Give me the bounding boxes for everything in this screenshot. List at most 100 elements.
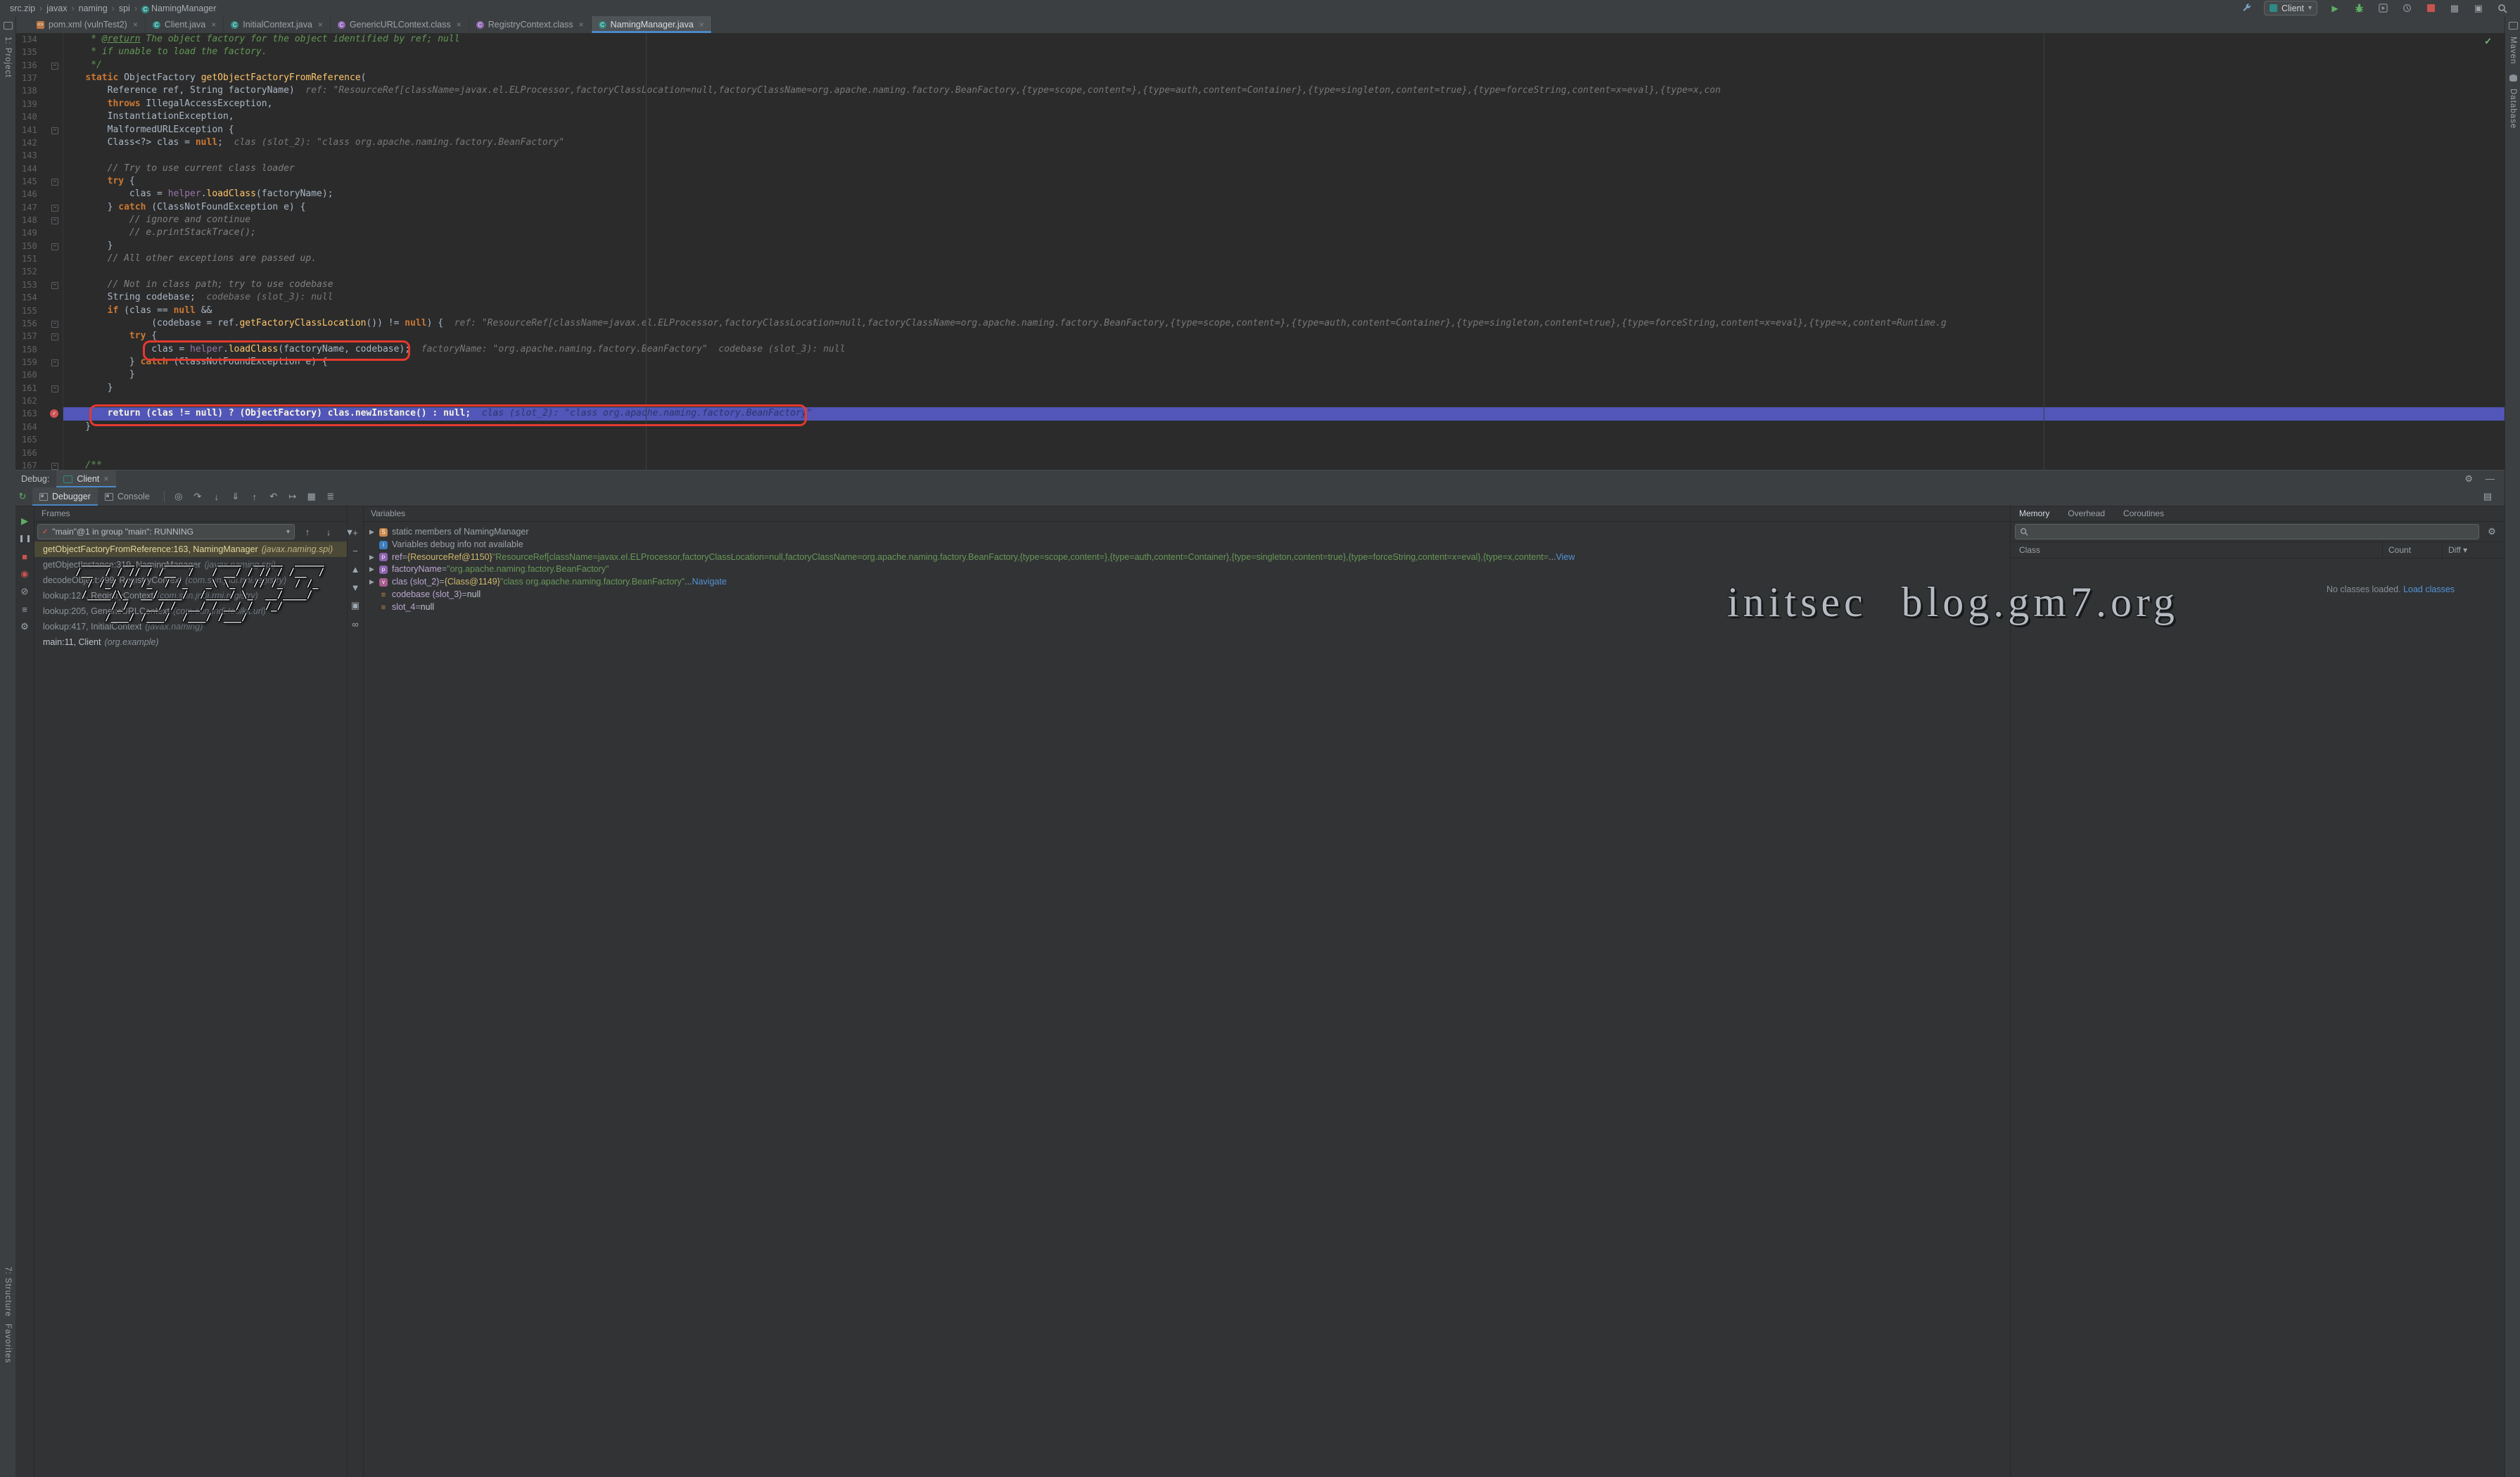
line-number[interactable]: 145	[15, 175, 47, 188]
step-over-icon[interactable]: ↷	[191, 490, 205, 504]
filter-icon[interactable]: ▼	[343, 525, 357, 539]
code-line[interactable]: 155 if (clas == null &&	[15, 305, 2505, 317]
project-icon[interactable]	[4, 22, 13, 30]
gutter-cell[interactable]: −	[47, 59, 63, 72]
tab-debugger[interactable]: Debugger	[32, 487, 98, 506]
line-number[interactable]: 160	[15, 369, 47, 381]
line-number[interactable]: 152	[15, 265, 47, 278]
code-line[interactable]: 141− MalformedURLException {	[15, 124, 2505, 136]
variable-row[interactable]: ▶pref = {ResourceRef@1150} "ResourceRef[…	[364, 551, 2010, 564]
gutter-cell[interactable]	[47, 291, 63, 304]
run-to-cursor-icon[interactable]: ↦	[286, 490, 300, 504]
line-number[interactable]: 150	[15, 240, 47, 252]
fold-icon[interactable]: −	[51, 243, 58, 250]
close-icon[interactable]: ×	[103, 474, 108, 484]
gutter-cell[interactable]	[47, 46, 63, 58]
code-line[interactable]: 156− (codebase = ref.getFactoryClassLoca…	[15, 317, 2505, 330]
rerun-icon[interactable]: ↻	[15, 490, 30, 504]
settings-icon[interactable]: ⚙	[18, 620, 32, 634]
line-number[interactable]: 147	[15, 201, 47, 214]
line-number[interactable]: 138	[15, 84, 47, 97]
down-stack-icon[interactable]: ↓	[322, 525, 336, 539]
close-icon[interactable]: ×	[699, 20, 704, 30]
code-line[interactable]: 148− // ignore and continue	[15, 214, 2505, 226]
sidebar-item-structure[interactable]: 7: Structure	[4, 1267, 12, 1317]
gutter-cell[interactable]	[47, 110, 63, 123]
sidebar-item-maven[interactable]: Maven	[2509, 37, 2517, 65]
code-line[interactable]: 140 InstantiationException,	[15, 110, 2505, 123]
line-number[interactable]: 158	[15, 343, 47, 356]
gutter-cell[interactable]	[47, 433, 63, 446]
close-icon[interactable]: ×	[211, 20, 216, 30]
editor-tab[interactable]: CClient.java×	[146, 16, 224, 33]
value-link[interactable]: Navigate	[692, 576, 727, 589]
breakpoint-icon[interactable]: ✓	[50, 409, 58, 418]
gutter-cell[interactable]	[47, 252, 63, 265]
gutter-cell[interactable]	[47, 84, 63, 97]
collapse-all-icon[interactable]: −	[348, 544, 362, 558]
breadcrumb[interactable]: src.zip›javax›naming›spi›CNamingManager	[0, 4, 216, 13]
code-line[interactable]: 137 static ObjectFactory getObjectFactor…	[15, 72, 2505, 84]
up-stack-icon[interactable]: ↑	[300, 525, 314, 539]
move-down-icon[interactable]: ▼	[348, 580, 362, 594]
editor-tab[interactable]: CGenericURLContext.class×	[331, 16, 469, 33]
line-number[interactable]: 167	[15, 459, 47, 470]
evaluate-loop-icon[interactable]: ∞	[348, 617, 362, 631]
editor-tab[interactable]: CRegistryContext.class×	[469, 16, 592, 33]
code-line[interactable]: 134 * @return The object factory for the…	[15, 33, 2505, 46]
code-line[interactable]: 166	[15, 447, 2505, 459]
code-line[interactable]: 151 // All other exceptions are passed u…	[15, 252, 2505, 265]
tab-console[interactable]: Console	[98, 487, 157, 506]
hide-panel-icon[interactable]: —	[2486, 473, 2495, 485]
value-link[interactable]: View	[1556, 551, 1575, 564]
code-line[interactable]: 149 // e.printStackTrace();	[15, 226, 2505, 239]
line-number[interactable]: 136	[15, 59, 47, 72]
gutter-cell[interactable]	[47, 369, 63, 381]
fold-icon[interactable]: −	[51, 205, 58, 212]
line-number[interactable]: 165	[15, 433, 47, 446]
breadcrumb-item[interactable]: naming	[79, 4, 108, 13]
search-everywhere-icon[interactable]	[2496, 2, 2509, 15]
line-number[interactable]: 157	[15, 330, 47, 343]
gutter-cell[interactable]	[47, 149, 63, 162]
line-number[interactable]: 154	[15, 291, 47, 304]
close-icon[interactable]: ×	[579, 20, 584, 30]
editor-tab[interactable]: CNamingManager.java×	[592, 16, 712, 33]
code-line[interactable]: 143	[15, 149, 2505, 162]
code-line[interactable]: 142 Class<?> clas = null; clas (slot_2):…	[15, 136, 2505, 149]
gutter-cell[interactable]	[47, 421, 63, 433]
tab-memory[interactable]: Memory	[2019, 509, 2049, 518]
tab-coroutines[interactable]: Coroutines	[2123, 509, 2164, 518]
code-line[interactable]: 144 // Try to use current class loader	[15, 162, 2505, 175]
line-number[interactable]: 162	[15, 395, 47, 407]
fold-icon[interactable]: −	[51, 359, 58, 366]
line-number[interactable]: 166	[15, 447, 47, 459]
sidebar-item-favorites[interactable]: Favorites	[4, 1324, 12, 1363]
pause-icon[interactable]	[18, 532, 32, 546]
thread-selector[interactable]: ✓ "main"@1 in group "main": RUNNING ▾	[37, 524, 295, 539]
variable-row[interactable]: ▶pfactoryName = "org.apache.naming.facto…	[364, 563, 2010, 576]
gutter-cell[interactable]: −	[47, 175, 63, 188]
fold-icon[interactable]: −	[51, 463, 58, 470]
code-line[interactable]: 146 clas = helper.loadClass(factoryName)…	[15, 188, 2505, 200]
fold-icon[interactable]: −	[51, 321, 58, 328]
line-number[interactable]: 142	[15, 136, 47, 149]
code-line[interactable]: 150− }	[15, 240, 2505, 252]
step-into-icon[interactable]: ↓	[210, 490, 224, 504]
breadcrumb-item[interactable]: spi	[119, 4, 130, 13]
line-number[interactable]: 156	[15, 317, 47, 330]
gutter-cell[interactable]: −	[47, 214, 63, 226]
breadcrumb-item[interactable]: CNamingManager	[141, 4, 216, 13]
profiler-button[interactable]	[2400, 2, 2413, 15]
memory-search-input[interactable]	[2015, 524, 2479, 539]
fold-icon[interactable]: −	[51, 217, 58, 224]
gutter-cell[interactable]	[47, 72, 63, 84]
duplicate-icon[interactable]: ▣	[348, 599, 362, 613]
code-line[interactable]: 154 String codebase; codebase (slot_3): …	[15, 291, 2505, 304]
editor-tab[interactable]: <>pom.xml (vulnTest2)×	[30, 16, 146, 33]
gutter-cell[interactable]	[47, 33, 63, 46]
step-out-icon[interactable]: ↑	[248, 490, 262, 504]
code-line[interactable]: 167− /**	[15, 459, 2505, 470]
line-number[interactable]: 151	[15, 252, 47, 265]
gutter-cell[interactable]: −	[47, 124, 63, 136]
